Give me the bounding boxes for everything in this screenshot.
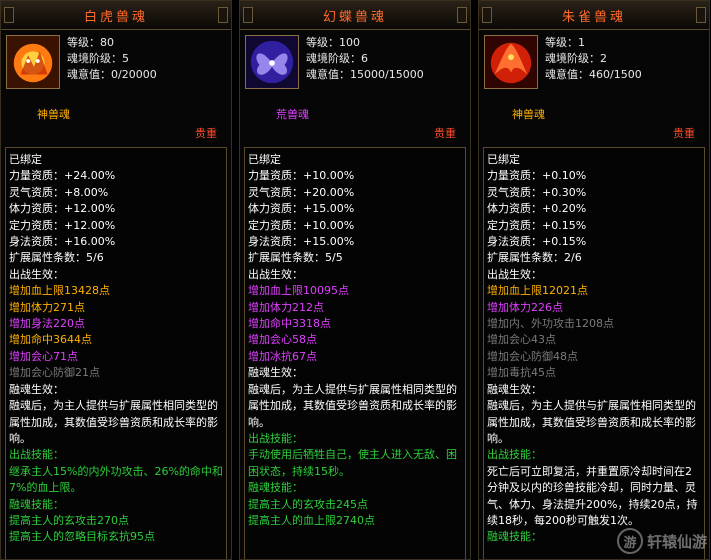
panel-title-bar: 幻蝶兽魂 <box>240 1 470 30</box>
bonus-line: 增加毒抗45点 <box>487 366 556 380</box>
stat-line: 身法资质：+0.15% <box>487 235 587 249</box>
detail-box: 已绑定 力量资质：+0.10% 灵气资质：+0.30% 体力资质：+0.20% … <box>483 147 705 559</box>
section-heading: 融魂生效： <box>9 382 64 396</box>
skill-description: 提高主人的血上限2740点 <box>248 513 375 527</box>
stat-line: 力量资质：+10.00% <box>248 169 355 183</box>
bonus-line: 增加体力226点 <box>487 300 563 314</box>
stat-line: 灵气资质：+20.00% <box>248 185 355 199</box>
panel-stats: 等级：100 魂境阶级：6 魂意值：15000/15000 <box>306 35 424 83</box>
bonus-line: 增加内、外功攻击1208点 <box>487 317 614 331</box>
section-heading: 出战技能： <box>487 448 542 462</box>
soul-realm-text: 魂境阶级：6 <box>306 52 368 65</box>
rarity-label: 贵重 <box>673 127 695 140</box>
bound-status: 已绑定 <box>487 153 520 166</box>
bonus-line: 增加身法220点 <box>9 317 85 331</box>
fusion-description: 融魂后，为主人提供与扩展属性相同类型的属性加成，其数值受珍兽资质和成长率的影响。 <box>9 399 218 445</box>
section-heading: 融魂技能： <box>487 530 542 544</box>
skill-description: 继承主人15%的内外功攻击、26%的命中和7%的血上限。 <box>9 464 223 495</box>
panel-stats: 等级：1 魂境阶级：2 魂意值：460/1500 <box>545 35 642 83</box>
phantom-butterfly-icon[interactable] <box>245 35 299 89</box>
panel-title: 白虎兽魂 <box>83 9 148 25</box>
ext-count: 扩展属性条数：5/6 <box>9 251 104 265</box>
fusion-description: 融魂后，为主人提供与扩展属性相同类型的属性加成，其数值受珍兽资质和成长率的影响。 <box>248 382 457 429</box>
level-text: 等级：80 <box>67 36 114 49</box>
rarity-label: 贵重 <box>434 127 456 140</box>
section-heading: 出战技能： <box>9 448 64 462</box>
stat-line: 身法资质：+16.00% <box>9 235 116 249</box>
soul-panel-vermilion-bird: 朱雀兽魂 等级：1 魂境阶级：2 魂意值：460/1500 神兽魂 贵重 已绑定… <box>478 0 710 560</box>
panel-title: 朱雀兽魂 <box>561 9 626 25</box>
soul-type-label: 神兽魂 <box>37 108 70 121</box>
bonus-line: 增加体力212点 <box>248 300 324 314</box>
bonus-line: 增加血上限10095点 <box>248 284 349 298</box>
ext-count: 扩展属性条数：5/5 <box>248 251 343 265</box>
panel-title-bar: 朱雀兽魂 <box>479 1 709 30</box>
vermilion-bird-icon[interactable] <box>484 35 538 89</box>
section-heading: 融魂技能： <box>248 481 303 495</box>
soul-realm-text: 魂境阶级：5 <box>67 52 129 65</box>
skill-description: 手动使用后牺牲自己，使主人进入无敌、困困状态，持续15秒。 <box>248 448 457 478</box>
bonus-line: 增加血上限13428点 <box>9 284 110 298</box>
panel-title: 幻蝶兽魂 <box>322 9 387 25</box>
section-heading: 融魂生效： <box>248 366 303 380</box>
stat-line: 体力资质：+12.00% <box>9 202 116 216</box>
soul-type-label: 神兽魂 <box>512 108 545 121</box>
section-heading: 融魂技能： <box>9 497 64 511</box>
rarity-label: 贵重 <box>195 127 217 140</box>
soul-realm-text: 魂境阶级：2 <box>545 52 607 65</box>
soul-type-label: 荒兽魂 <box>276 108 309 121</box>
soul-will-text: 魂意值：460/1500 <box>545 68 642 81</box>
bonus-line: 增加会心58点 <box>248 333 317 347</box>
section-heading: 融魂生效： <box>487 382 542 396</box>
section-heading: 出战生效： <box>487 267 542 281</box>
section-heading: 出战技能： <box>248 431 303 445</box>
bonus-line: 增加会心防御21点 <box>9 366 100 380</box>
soul-panel-white-tiger: 白虎兽魂 等级：80 魂境阶级：5 魂意值：0/20000 神兽魂 贵重 已绑定… <box>0 0 232 560</box>
soul-panel-phantom-butterfly: 幻蝶兽魂 等级：100 魂境阶级：6 魂意值：15000/15000 荒兽魂 贵… <box>239 0 471 560</box>
soul-will-text: 魂意值：0/20000 <box>67 68 157 81</box>
stat-line: 力量资质：+0.10% <box>487 169 587 183</box>
bonus-line: 增加体力271点 <box>9 300 85 314</box>
bonus-line: 增加血上限12021点 <box>487 284 588 298</box>
stat-line: 身法资质：+15.00% <box>248 235 355 249</box>
bound-status: 已绑定 <box>248 153 281 166</box>
stat-line: 体力资质：+0.20% <box>487 202 587 216</box>
level-text: 等级：1 <box>545 36 585 49</box>
bound-status: 已绑定 <box>9 153 42 166</box>
bonus-line: 增加会心防御48点 <box>487 349 578 363</box>
stat-line: 灵气资质：+0.30% <box>487 185 587 199</box>
stat-line: 定力资质：+0.15% <box>487 218 587 232</box>
panel-header: 等级：100 魂境阶级：6 魂意值：15000/15000 荒兽魂 贵重 <box>240 30 470 145</box>
stat-line: 定力资质：+10.00% <box>248 218 355 232</box>
panel-stats: 等级：80 魂境阶级：5 魂意值：0/20000 <box>67 35 157 83</box>
bonus-line: 增加命中3644点 <box>9 333 92 347</box>
fusion-description: 融魂后，为主人提供与扩展属性相同类型的属性加成，其数值受珍兽资质和成长率的影响。 <box>487 399 696 445</box>
panel-header: 等级：80 魂境阶级：5 魂意值：0/20000 神兽魂 贵重 <box>1 30 231 145</box>
level-text: 等级：100 <box>306 36 360 49</box>
stat-line: 灵气资质：+8.00% <box>9 185 109 199</box>
ext-count: 扩展属性条数：2/6 <box>487 251 582 265</box>
detail-box: 已绑定 力量资质：+10.00% 灵气资质：+20.00% 体力资质：+15.0… <box>244 147 466 559</box>
panel-title-bar: 白虎兽魂 <box>1 1 231 30</box>
skill-description: 提高主人的忽略目标玄抗95点 <box>9 530 155 544</box>
white-tiger-icon[interactable] <box>6 35 60 89</box>
soul-will-text: 魂意值：15000/15000 <box>306 68 424 81</box>
bonus-line: 增加会心71点 <box>9 349 78 363</box>
skill-description: 提高主人的玄攻击270点 <box>9 513 129 527</box>
bonus-line: 增加冰抗67点 <box>248 349 317 363</box>
bonus-line: 增加会心43点 <box>487 333 556 347</box>
stat-line: 体力资质：+15.00% <box>248 202 355 216</box>
skill-description: 提高主人的玄攻击245点 <box>248 497 368 511</box>
bonus-line: 增加命中3318点 <box>248 317 331 331</box>
stat-line: 定力资质：+12.00% <box>9 218 116 232</box>
panel-header: 等级：1 魂境阶级：2 魂意值：460/1500 神兽魂 贵重 <box>479 30 709 145</box>
section-heading: 出战生效： <box>248 267 303 281</box>
detail-box: 已绑定 力量资质：+24.00% 灵气资质：+8.00% 体力资质：+12.00… <box>5 147 227 559</box>
section-heading: 出战生效： <box>9 267 64 281</box>
skill-description: 死亡后可立即复活，并重置原冷却时间在2分钟及以内的珍兽技能冷却，同时力量、灵气、… <box>487 464 698 527</box>
stat-line: 力量资质：+24.00% <box>9 169 116 183</box>
